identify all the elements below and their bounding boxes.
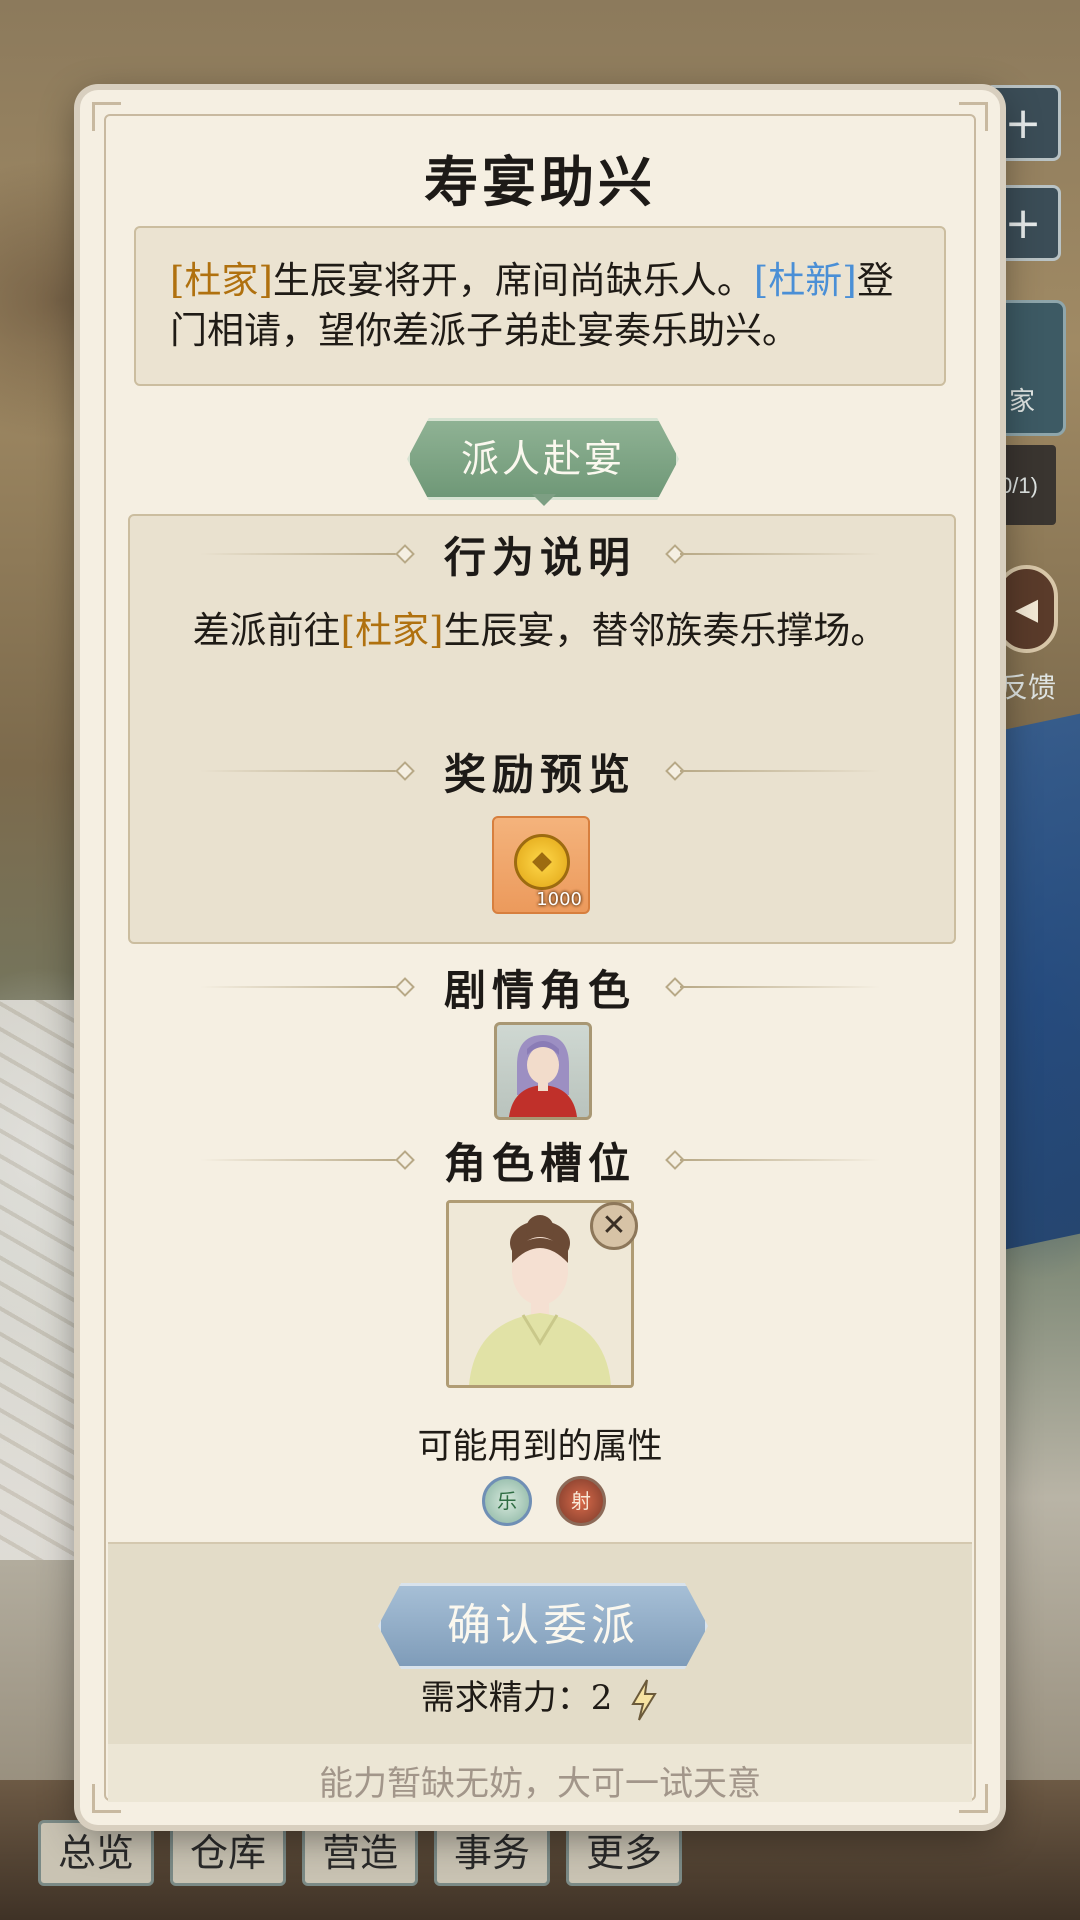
archery-attribute-icon[interactable]: 射: [556, 1476, 606, 1526]
frame-corner: [959, 102, 988, 131]
divider-line: [680, 986, 880, 988]
event-dialog: 寿宴助兴 [杜家]生辰宴将开，席间尚缺乐人。[杜新]登门相请，望你差派子弟赴宴奏…: [80, 90, 1000, 1825]
energy-value: 2: [590, 1678, 613, 1718]
story-box: [杜家]生辰宴将开，席间尚缺乐人。[杜新]登门相请，望你差派子弟赴宴奏乐助兴。: [134, 226, 946, 386]
side-counter-text: 0/1): [1000, 473, 1038, 498]
hint-text: 能力暂缺无妨，大可一试天意: [319, 1764, 761, 1804]
snowy-field: [0, 1000, 90, 1560]
remove-character-close-icon[interactable]: ✕: [590, 1202, 638, 1250]
divider-line: [680, 553, 880, 555]
nav-tab-warehouse[interactable]: 仓库: [170, 1820, 286, 1886]
behavior-family-tag: [杜家]: [340, 609, 444, 652]
side-family-label: 家: [1009, 386, 1036, 416]
confirm-dispatch-button[interactable]: 确认委派: [378, 1583, 708, 1669]
story-text: [杜家]生辰宴将开，席间尚缺乐人。[杜新]登门相请，望你差派子弟赴宴奏乐助兴。: [170, 256, 910, 356]
tag-pointer: [532, 494, 556, 506]
attributes-heading: 可能用到的属性: [417, 1427, 663, 1467]
feedback-label[interactable]: 反馈: [1000, 666, 1056, 706]
copper-coin-icon: [514, 834, 570, 890]
side-family-button[interactable]: 家: [990, 300, 1066, 436]
dialog-title: 寿宴助兴: [424, 150, 656, 214]
nav-tab-overview[interactable]: 总览: [38, 1820, 154, 1886]
story-character-portrait[interactable]: [494, 1022, 592, 1120]
lightning-energy-icon: [631, 1679, 658, 1721]
nav-tab-build[interactable]: 营造: [302, 1820, 418, 1886]
reward-item-coin[interactable]: 1000: [492, 816, 590, 914]
river-water: [990, 707, 1080, 1253]
energy-label: 需求精力：: [420, 1678, 591, 1718]
divider-line: [680, 770, 880, 772]
behavior-prefix: 差派前往: [192, 609, 341, 652]
nav-tab-more[interactable]: 更多: [566, 1820, 682, 1886]
behavior-description: 差派前往[杜家]生辰宴，替邻族奏乐撑场。: [80, 600, 1000, 654]
feedback-speaker-icon[interactable]: ◀: [995, 565, 1058, 653]
divider-line: [680, 1159, 880, 1161]
behavior-suffix: 生辰宴，替邻族奏乐撑场。: [443, 609, 888, 652]
energy-requirement: 需求精力：2: [80, 1670, 1000, 1722]
story-text-part1: 生辰宴将开，席间尚缺乐人。: [272, 259, 754, 302]
nav-tab-affairs[interactable]: 事务: [434, 1820, 550, 1886]
music-attribute-icon[interactable]: 乐: [482, 1476, 532, 1526]
action-option-tag[interactable]: 派人赴宴: [407, 418, 679, 500]
family-tag: [杜家]: [170, 259, 273, 302]
reward-quantity: 1000: [536, 889, 582, 910]
person-tag: [杜新]: [753, 259, 857, 302]
frame-corner: [92, 102, 121, 131]
